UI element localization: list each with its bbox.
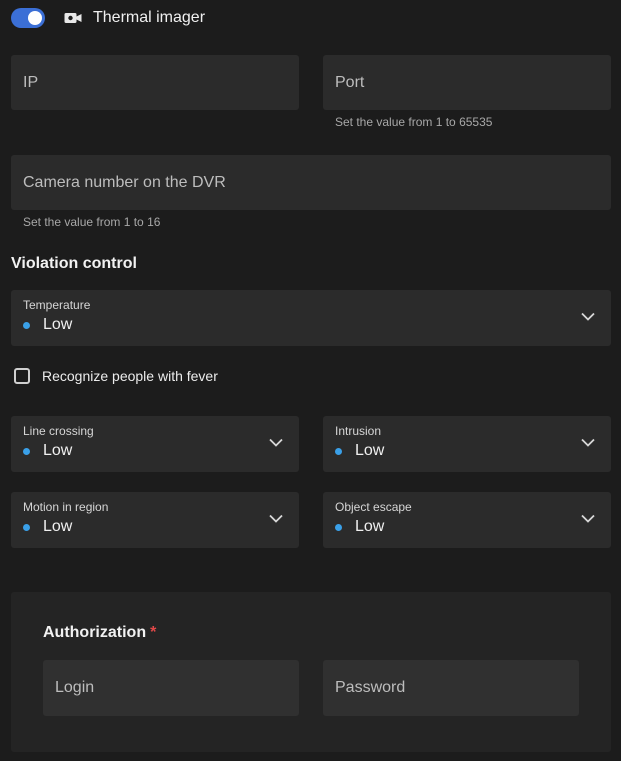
port-label: Port bbox=[335, 73, 365, 91]
ip-label: IP bbox=[23, 73, 39, 91]
authorization-panel: Authorization * Login Password bbox=[11, 592, 611, 752]
ip-field[interactable]: IP bbox=[11, 55, 299, 110]
status-dot bbox=[335, 523, 342, 531]
camera-number-hint: Set the value from 1 to 16 bbox=[23, 215, 161, 229]
temperature-value-text: Low bbox=[43, 316, 73, 333]
password-field[interactable]: Password bbox=[323, 660, 579, 716]
toggle-knob bbox=[28, 11, 42, 25]
chevron-down-icon bbox=[581, 438, 595, 447]
status-dot bbox=[23, 321, 30, 329]
line-crossing-select[interactable]: Line crossing Low bbox=[11, 416, 299, 472]
status-dot bbox=[23, 523, 30, 531]
video-camera-icon bbox=[64, 11, 82, 25]
required-mark: * bbox=[150, 624, 157, 641]
object-escape-value-text: Low bbox=[355, 518, 385, 535]
motion-in-region-select[interactable]: Motion in region Low bbox=[11, 492, 299, 548]
temperature-value: Low bbox=[23, 316, 72, 334]
intrusion-value-text: Low bbox=[355, 442, 385, 459]
object-escape-label: Object escape bbox=[335, 500, 412, 514]
intrusion-value: Low bbox=[335, 442, 384, 460]
temperature-label: Temperature bbox=[23, 298, 91, 312]
violation-control-title: Violation control bbox=[11, 255, 137, 272]
intrusion-label: Intrusion bbox=[335, 424, 382, 438]
line-crossing-value-text: Low bbox=[43, 442, 73, 459]
authorization-title-text: Authorization bbox=[43, 624, 147, 641]
fever-checkbox-label: Recognize people with fever bbox=[42, 368, 218, 384]
chevron-down-icon bbox=[269, 514, 283, 523]
fever-checkbox[interactable] bbox=[14, 368, 30, 384]
camera-number-field[interactable]: Camera number on the DVR bbox=[11, 155, 611, 210]
chevron-down-icon bbox=[581, 312, 595, 321]
header: Thermal imager bbox=[11, 7, 205, 29]
status-dot bbox=[23, 447, 30, 455]
thermal-imager-settings: Thermal imager IP Port Set the value fro… bbox=[0, 0, 621, 761]
chevron-down-icon bbox=[581, 514, 595, 523]
status-dot bbox=[335, 447, 342, 455]
chevron-down-icon bbox=[269, 438, 283, 447]
section-title: Thermal imager bbox=[93, 9, 206, 26]
login-label: Login bbox=[55, 679, 95, 696]
line-crossing-label: Line crossing bbox=[23, 424, 94, 438]
fever-checkbox-row[interactable]: Recognize people with fever bbox=[14, 368, 218, 384]
password-label: Password bbox=[335, 679, 406, 696]
motion-in-region-value: Low bbox=[23, 518, 72, 536]
temperature-select[interactable]: Temperature Low bbox=[11, 290, 611, 346]
port-field[interactable]: Port bbox=[323, 55, 611, 110]
enable-toggle[interactable] bbox=[11, 8, 45, 28]
motion-in-region-label: Motion in region bbox=[23, 500, 109, 514]
intrusion-select[interactable]: Intrusion Low bbox=[323, 416, 611, 472]
motion-in-region-value-text: Low bbox=[43, 518, 73, 535]
authorization-title: Authorization * bbox=[43, 624, 156, 642]
object-escape-value: Low bbox=[335, 518, 384, 536]
login-field[interactable]: Login bbox=[43, 660, 299, 716]
line-crossing-value: Low bbox=[23, 442, 72, 460]
port-hint: Set the value from 1 to 65535 bbox=[335, 115, 493, 129]
object-escape-select[interactable]: Object escape Low bbox=[323, 492, 611, 548]
camera-number-label: Camera number on the DVR bbox=[23, 173, 226, 191]
